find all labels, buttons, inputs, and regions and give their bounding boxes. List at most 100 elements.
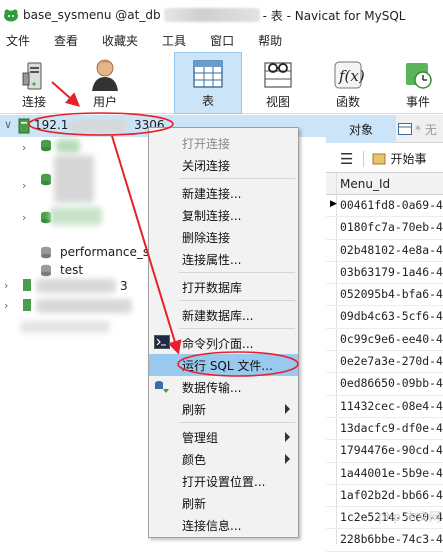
- table-cell[interactable]: 228b6bbe-74c3-4: [340, 532, 443, 546]
- table-cell[interactable]: 0c99c9e6-ee40-4f: [340, 332, 443, 346]
- table-row[interactable]: 0e2e7a3e-270d-4: [326, 351, 443, 374]
- table-row[interactable]: 228b6bbe-74c3-4: [326, 529, 443, 552]
- begin-transaction-button[interactable]: 开始事: [390, 150, 426, 167]
- menu-help[interactable]: 帮助: [252, 32, 290, 49]
- object-subtoolbar: ☰ 开始事: [326, 145, 443, 173]
- tab-untitled[interactable]: * 无: [398, 115, 437, 143]
- menu-item-delete-connection[interactable]: 删除连接: [149, 226, 298, 248]
- expand-chevron-icon[interactable]: ›: [22, 179, 26, 192]
- table-row[interactable]: 0c99c9e6-ee40-4f: [326, 329, 443, 352]
- menu-item-run-sql-file[interactable]: 运行 SQL 文件...: [149, 354, 298, 376]
- toolbar-connection-button[interactable]: 连接: [8, 52, 60, 114]
- menu-item-new-connection[interactable]: 新建连接...: [149, 182, 298, 204]
- table-row[interactable]: 0180fc7a-70eb-43: [326, 217, 443, 240]
- toolbar-event-button[interactable]: 事件: [392, 52, 443, 114]
- expand-chevron-icon[interactable]: ›: [4, 299, 8, 312]
- table-cell[interactable]: 0ed86650-09bb-4: [340, 376, 443, 390]
- menu-item-duplicate-connection[interactable]: 复制连接...: [149, 204, 298, 226]
- connection-label-partial: 3: [120, 279, 128, 293]
- menu-separator: [179, 300, 295, 301]
- menu-favorites[interactable]: 收藏夹: [96, 32, 146, 49]
- table-cell[interactable]: 11432cec-08e4-4b: [340, 399, 443, 413]
- menu-item-label: 刷新: [182, 496, 207, 511]
- menu-file[interactable]: 文件: [0, 32, 38, 49]
- expand-chevron-icon[interactable]: ›: [22, 141, 26, 154]
- menu-item-label: 数据传输...: [182, 380, 242, 395]
- table-cell[interactable]: 09db4c63-5cf6-46: [340, 309, 443, 323]
- event-icon: [406, 63, 432, 89]
- collapse-chevron-icon[interactable]: ∨: [4, 118, 12, 131]
- table-cell[interactable]: 1794476e-90cd-45: [340, 443, 443, 457]
- table-tab-icon: [398, 123, 412, 135]
- menu-separator: [179, 328, 295, 329]
- expand-chevron-icon[interactable]: ›: [22, 211, 26, 224]
- table-row[interactable]: 1a44001e-5b9e-4: [326, 463, 443, 485]
- hamburger-menu-icon[interactable]: ☰: [340, 150, 353, 168]
- table-row[interactable]: 13dacfc9-df0e-4f9: [326, 418, 443, 441]
- table-row[interactable]: 09db4c63-5cf6-46: [326, 306, 443, 329]
- menu-item-label: 连接信息...: [182, 518, 242, 533]
- menu-item-refresh-submenu[interactable]: 刷新: [149, 398, 298, 420]
- toolbar-view-label: 视图: [265, 95, 290, 109]
- table-row[interactable]: 03b63179-1a46-4: [326, 262, 443, 285]
- menu-item-color[interactable]: 颜色: [149, 448, 298, 470]
- menu-window[interactable]: 窗口: [204, 32, 242, 49]
- column-header-menu-id[interactable]: Menu_Id: [340, 177, 390, 191]
- tab-objects[interactable]: 对象: [326, 115, 396, 143]
- table-row[interactable]: 052095b4-bfa6-45: [326, 284, 443, 307]
- menu-item-open-connection[interactable]: 打开连接: [149, 132, 298, 154]
- toolbar-table-button[interactable]: 表: [174, 52, 242, 114]
- menu-item-data-transfer[interactable]: 数据传输...: [149, 376, 298, 398]
- menu-item-open-settings-location[interactable]: 打开设置位置...: [149, 470, 298, 492]
- grid-header: Menu_Id: [326, 173, 443, 195]
- table-cell[interactable]: 03b63179-1a46-4: [340, 265, 443, 279]
- table-row[interactable]: 0ed86650-09bb-4: [326, 373, 443, 396]
- menu-view[interactable]: 查看: [48, 32, 86, 49]
- table-row[interactable]: 11432cec-08e4-4b: [326, 396, 443, 418]
- window-title-suffix: - 表 - Navicat for MySQL: [262, 8, 406, 23]
- table-cell[interactable]: 052095b4-bfa6-45: [340, 287, 443, 301]
- menu-item-connection-properties[interactable]: 连接属性...: [149, 248, 298, 270]
- table-cell[interactable]: 0e2e7a3e-270d-4: [340, 354, 443, 368]
- main-toolbar: 连接 用户 表 视图 f(x) 函数 事件: [0, 52, 443, 114]
- current-row-marker-icon: ▶: [330, 199, 337, 209]
- menu-item-console[interactable]: 命令列介面...: [149, 332, 298, 354]
- blurred-database-name: [50, 207, 102, 225]
- menu-tools[interactable]: 工具: [156, 32, 194, 49]
- database-icon: [41, 264, 51, 277]
- toolbar-view-button[interactable]: 视图: [250, 52, 306, 114]
- menu-item-close-connection[interactable]: 关闭连接: [149, 154, 298, 176]
- table-cell[interactable]: 13dacfc9-df0e-4f9: [340, 421, 443, 435]
- expand-chevron-icon[interactable]: ›: [4, 279, 8, 292]
- watermark: php 中文网: [378, 510, 441, 524]
- table-row[interactable]: 1794476e-90cd-45: [326, 440, 443, 463]
- menu-item-label: 刷新: [182, 402, 207, 417]
- menu-item-refresh[interactable]: 刷新: [149, 492, 298, 514]
- table-row[interactable]: ▶ 00461fd8-0a69-42: [326, 195, 443, 218]
- table-row[interactable]: 02b48102-4e8a-44: [326, 240, 443, 262]
- table-cell[interactable]: 1a44001e-5b9e-4: [340, 466, 443, 480]
- toolbar-function-button[interactable]: f(x) 函数: [322, 52, 374, 114]
- table-row[interactable]: 1af02b2d-bb66-4: [326, 485, 443, 508]
- database-label: performance_sc: [60, 245, 156, 259]
- menu-item-label: 运行 SQL 文件...: [182, 358, 273, 373]
- menu-item-open-database[interactable]: 打开数据库: [149, 276, 298, 298]
- blurred-connection-name: [20, 321, 110, 333]
- mysql-connection-icon: [18, 118, 30, 134]
- menu-item-label: 打开数据库: [182, 280, 243, 295]
- menu-item-manage-group[interactable]: 管理组: [149, 426, 298, 448]
- table-cell[interactable]: 0180fc7a-70eb-43: [340, 220, 443, 234]
- menu-item-label: 连接属性...: [182, 252, 242, 267]
- table-cell[interactable]: 02b48102-4e8a-44: [340, 243, 443, 257]
- menu-item-new-database[interactable]: 新建数据库...: [149, 304, 298, 326]
- toolbar-connection-label: 连接: [21, 95, 46, 109]
- menu-item-label: 新建数据库...: [182, 308, 254, 323]
- table-cell[interactable]: 1af02b2d-bb66-4: [340, 488, 443, 502]
- table-cell[interactable]: 00461fd8-0a69-42: [340, 198, 443, 212]
- blurred-connection-name: [36, 299, 132, 313]
- mysql-connection-icon: [23, 279, 31, 291]
- blurred-ip-segment: [70, 120, 126, 132]
- menu-item-connection-info[interactable]: 连接信息...: [149, 514, 298, 536]
- toolbar-user-button[interactable]: 用户: [80, 52, 130, 114]
- menu-separator: [179, 178, 295, 179]
